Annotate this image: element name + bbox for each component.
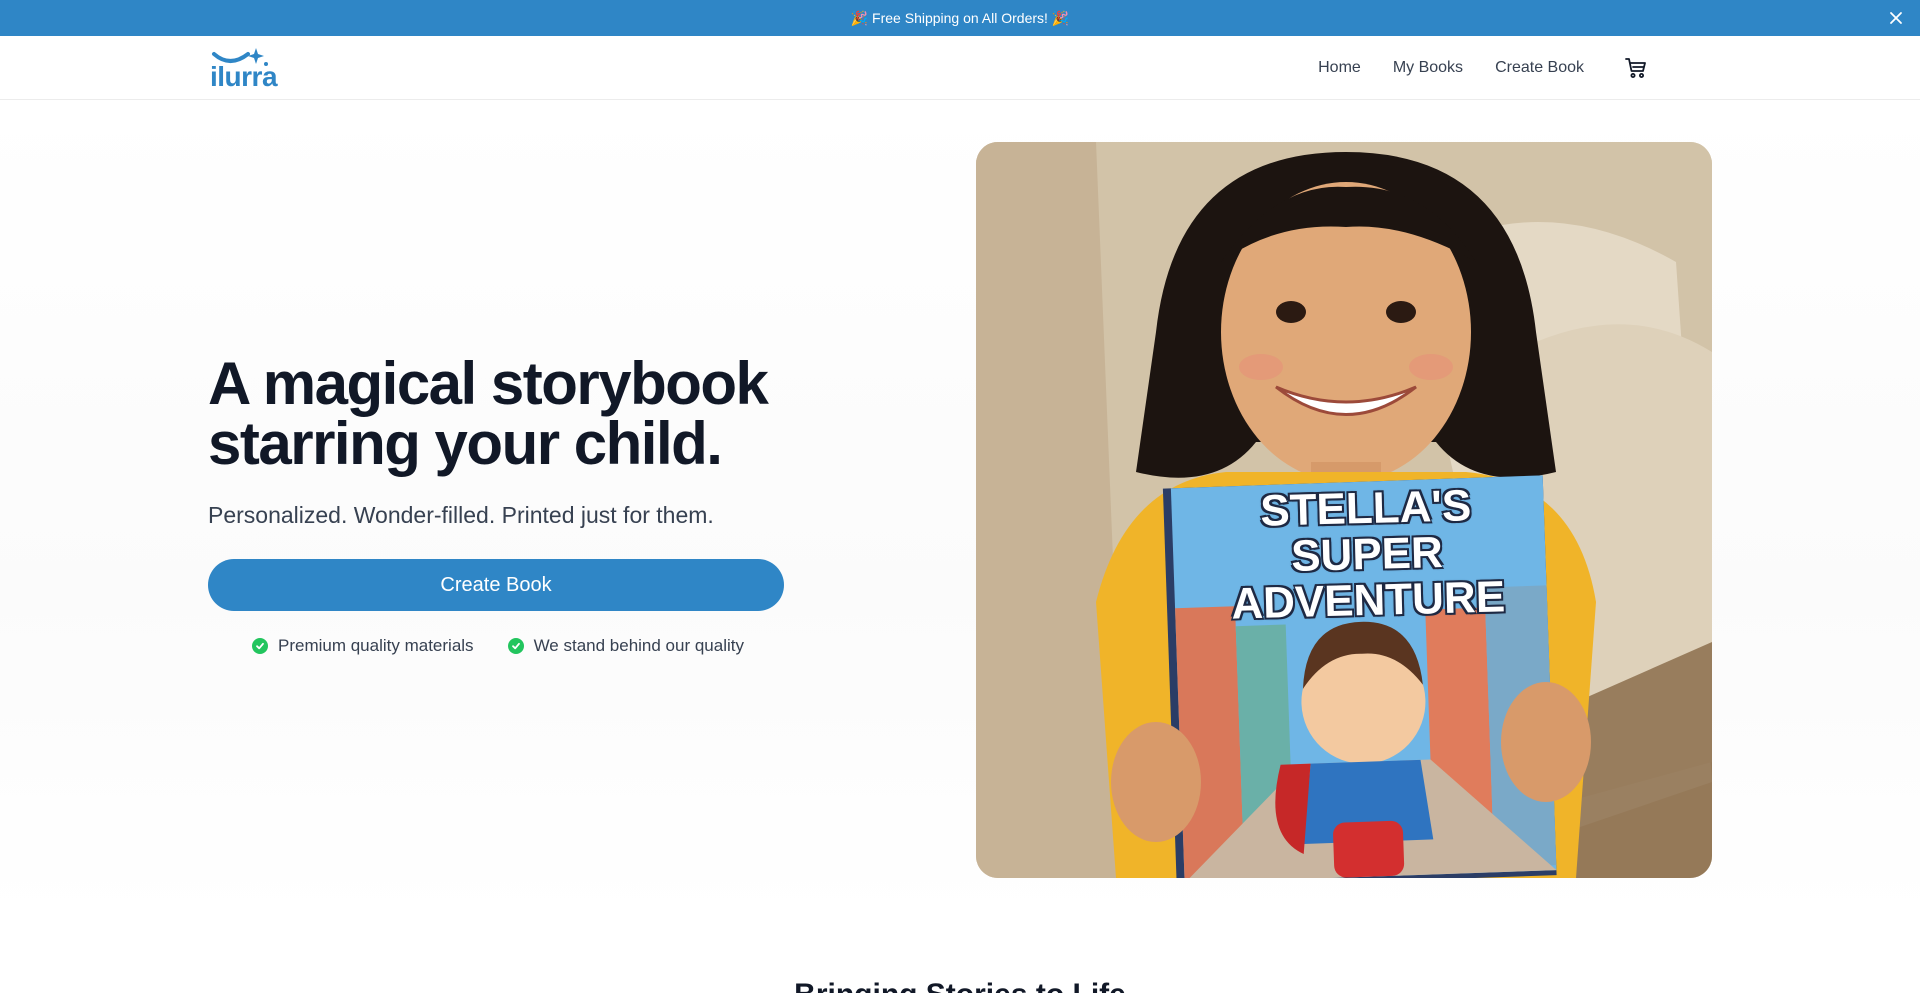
feature-label: Premium quality materials <box>278 636 474 655</box>
cart-icon[interactable] <box>1624 56 1648 80</box>
logo-text: ilurra <box>210 61 278 92</box>
feature-item: Premium quality materials <box>252 636 474 656</box>
nav-create-book[interactable]: Create Book <box>1495 59 1584 77</box>
main-nav: Home My Books Create Book <box>1286 36 1648 100</box>
create-book-button[interactable]: Create Book <box>208 559 784 611</box>
feature-item: We stand behind our quality <box>507 636 744 656</box>
book-cover-title: STELLA'S SUPER ADVENTURE <box>1230 481 1506 629</box>
hero-image: STELLA'S SUPER ADVENTURE <box>976 142 1712 878</box>
check-circle-icon <box>507 638 524 654</box>
feature-list: Premium quality materials We stand behin… <box>252 636 778 656</box>
hero-subtitle: Personalized. Wonder-filled. Printed jus… <box>208 502 714 528</box>
close-icon[interactable] <box>1886 8 1906 28</box>
feature-label: We stand behind our quality <box>533 636 744 655</box>
site-header: ilurra Home My Books Create Book <box>0 36 1920 100</box>
nav-home[interactable]: Home <box>1318 59 1361 77</box>
section-title: Bringing Stories to Life <box>0 978 1920 993</box>
announcement-text: 🎉 Free Shipping on All Orders! 🎉 <box>850 9 1070 26</box>
hero-title: A magical storybook starring your child. <box>208 350 769 477</box>
nav-my-books[interactable]: My Books <box>1393 59 1463 77</box>
logo[interactable]: ilurra <box>208 46 278 92</box>
check-circle-icon <box>252 638 268 654</box>
announcement-bar: 🎉 Free Shipping on All Orders! 🎉 <box>0 0 1920 36</box>
